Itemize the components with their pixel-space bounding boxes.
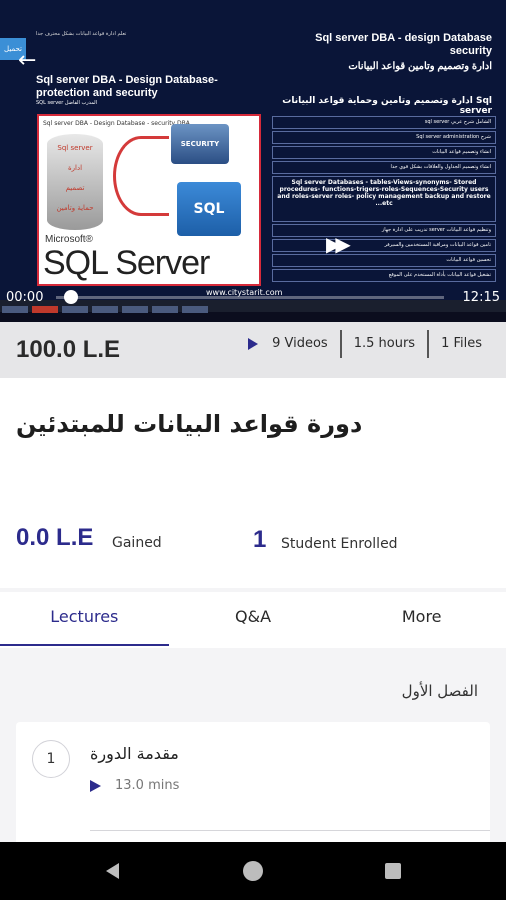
slide-topic: Sql server administration شرح bbox=[272, 131, 496, 144]
database-cylinder-icon: Sql server ادارة تصميم حماية وتامين bbox=[47, 134, 103, 230]
slide-topic-list: sql server الشامل شرح عربي Sql server ad… bbox=[272, 116, 496, 284]
back-arrow-icon[interactable]: ← bbox=[18, 48, 36, 73]
slide-topic: تشغيل قواعد البيانات بأداة المستخدم على … bbox=[272, 269, 496, 282]
slide-right-heading: ادارة وتصميم وتامين وحماية قواعد البيانا… bbox=[282, 96, 492, 116]
tab-qa[interactable]: Q&A bbox=[169, 592, 338, 648]
play-icon bbox=[90, 779, 101, 792]
files-count: 1 Files bbox=[427, 330, 494, 358]
play-icon[interactable] bbox=[248, 236, 258, 252]
elapsed-time: 00:00 bbox=[6, 290, 44, 305]
security-label: SECURITY bbox=[180, 140, 220, 148]
sql-server-illustration: Sql server DBA - Design Database - secur… bbox=[37, 114, 261, 286]
course-stats: 9 Videos 1.5 hours 1 Files bbox=[236, 330, 494, 358]
sql-server-swoosh-icon bbox=[113, 136, 169, 216]
slide-topic: انشاء وتصميم قواعد البيانات bbox=[272, 146, 496, 159]
play-icon bbox=[248, 338, 259, 350]
video-controls: 00:00 12:15 bbox=[0, 286, 506, 310]
nav-back-icon[interactable] bbox=[106, 863, 119, 879]
videos-count-label: 9 Videos bbox=[272, 336, 328, 351]
nav-recents-icon[interactable] bbox=[385, 863, 401, 879]
security-shield-icon: SECURITY bbox=[171, 124, 229, 164]
slide-top-band bbox=[0, 0, 506, 30]
tab-lectures[interactable]: Lectures bbox=[0, 592, 169, 648]
course-tabs: Lectures Q&A More bbox=[0, 592, 506, 648]
db-label: ادارة bbox=[67, 164, 83, 172]
nav-home-icon[interactable] bbox=[243, 861, 263, 881]
lecture-duration: 13.0 mins bbox=[90, 778, 179, 793]
illustration-caption: Sql server DBA - Design Database - secur… bbox=[43, 120, 190, 127]
course-info-bar: 100.0 L.E 9 Videos 1.5 hours 1 Files bbox=[0, 322, 506, 378]
lecture-item[interactable]: 1 مقدمة الدورة 13.0 mins bbox=[16, 722, 490, 852]
slide-topic: Sql server Databases - tables-Views-syno… bbox=[272, 176, 496, 222]
slide-top-text: تعلم ادارة قواعد البيانات بشكل محترف جدا bbox=[36, 31, 127, 37]
seek-handle[interactable] bbox=[63, 290, 78, 304]
system-nav-bar bbox=[0, 842, 506, 900]
slide-topic: تامين قواعد البيانات ومراقبة المستخدمين … bbox=[272, 239, 496, 252]
db-label: حماية وتامين bbox=[56, 204, 94, 212]
slide-topic: sql server الشامل شرح عربي bbox=[272, 116, 496, 129]
db-label: Sql server bbox=[57, 144, 93, 152]
sql-database-icon: SQL bbox=[177, 182, 241, 236]
slide-title-right: Sql server DBA - design Database securit… bbox=[292, 32, 492, 73]
slide-small-text: SQL server المدرب الفاضل bbox=[36, 100, 98, 106]
course-screen: تعلم ادارة قواعد البيانات بشكل محترف جدا… bbox=[0, 0, 506, 900]
hours-count: 1.5 hours bbox=[339, 330, 427, 358]
enrolled-value: 1 bbox=[253, 526, 267, 553]
lectures-panel: الفصل الأول 1 مقدمة الدورة 13.0 mins bbox=[0, 648, 506, 852]
section-title: الفصل الأول bbox=[401, 682, 478, 700]
seek-bar[interactable] bbox=[56, 296, 444, 299]
videos-count: 9 Videos bbox=[236, 330, 340, 358]
lecture-duration-label: 13.0 mins bbox=[115, 778, 180, 793]
video-player[interactable]: تعلم ادارة قواعد البيانات بشكل محترف جدا… bbox=[0, 0, 506, 322]
gained-value: 0.0 L.E bbox=[16, 524, 94, 551]
slide-topic: انشاء وتصميم الجداول والعلاقات بشكل قوي … bbox=[272, 161, 496, 174]
course-title: دورة قواعد البيانات للمبتدئين bbox=[16, 410, 363, 438]
slide-title-right-text: Sql server DBA - design Database securit… bbox=[315, 32, 492, 57]
db-label: تصميم bbox=[65, 184, 85, 192]
course-price: 100.0 L.E bbox=[16, 336, 121, 363]
gained-label: Gained bbox=[112, 535, 162, 551]
slide-topic: تدريب على ادارة جهاز server وتنظيم قواعد… bbox=[272, 224, 496, 237]
lecture-divider bbox=[90, 830, 490, 831]
course-summary: دورة قواعد البيانات للمبتدئين 0.0 L.E Ga… bbox=[0, 378, 506, 588]
sql-server-logo-text: SQL Server bbox=[43, 244, 210, 282]
fast-forward-icon[interactable]: ▶▶ bbox=[326, 232, 351, 256]
lecture-title: مقدمة الدورة bbox=[90, 744, 179, 763]
slide-topic: تحسين قواعد البيانات bbox=[272, 254, 496, 267]
tab-more[interactable]: More bbox=[337, 592, 506, 648]
enrolled-label: Student Enrolled bbox=[281, 536, 398, 552]
slide-subtitle-right: ادارة وتصميم وتامين قواعد البيانات bbox=[348, 61, 492, 72]
lecture-number: 1 bbox=[32, 740, 70, 778]
total-time: 12:15 bbox=[462, 290, 500, 305]
slide-title-left: Sql server DBA - Design Database- protec… bbox=[36, 74, 218, 99]
